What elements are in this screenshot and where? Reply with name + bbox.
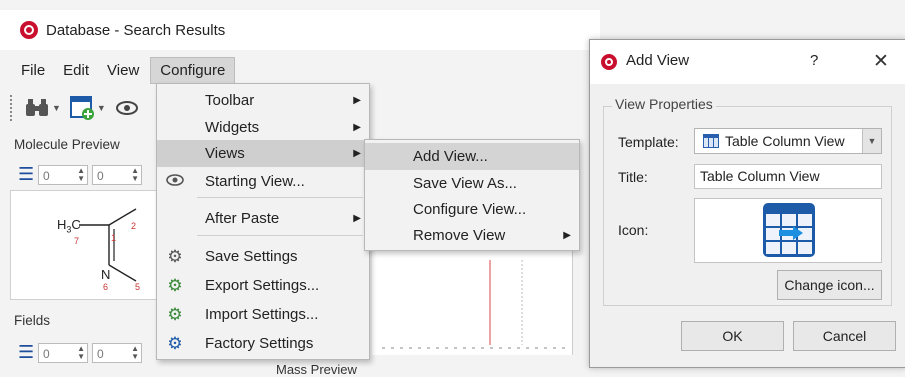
chevron-right-icon: ▶: [353, 95, 361, 106]
menu-configure[interactable]: Configure: [150, 56, 236, 84]
atom-number: 2: [131, 221, 137, 231]
menu-item-configure-view[interactable]: Configure View...: [365, 196, 579, 223]
molecule-preview-title: Molecule Preview: [14, 137, 120, 152]
new-view-icon[interactable]: [69, 95, 95, 121]
app-logo-icon: [20, 21, 38, 39]
title-label: Title:: [618, 169, 648, 185]
eye-icon[interactable]: [114, 95, 140, 121]
eye-icon: [165, 172, 185, 192]
atom-number: 1: [111, 233, 117, 243]
table-icon: [703, 134, 719, 148]
spin-box[interactable]: 0 ▲ ▼: [38, 164, 88, 185]
atom-number: 7: [74, 236, 80, 246]
gear-export-icon: ⚙: [167, 276, 183, 295]
binoculars-icon[interactable]: [24, 95, 50, 121]
table-column-view-icon: [763, 203, 815, 257]
fields-controls: ☰ 0 ▲ ▼ 0 ▲ ▼: [18, 342, 142, 363]
views-submenu: Add View... Save View As... Configure Vi…: [364, 139, 580, 251]
menu-item-toolbar[interactable]: Toolbar ▶: [157, 87, 369, 114]
menubar: File Edit View Configure: [0, 56, 600, 84]
menu-edit[interactable]: Edit: [54, 58, 98, 83]
chevron-down-icon[interactable]: ▼: [52, 103, 61, 113]
dialog-title: Add View: [626, 52, 690, 69]
mass-preview-title: Mass Preview: [276, 362, 357, 377]
chevron-right-icon: ▶: [353, 213, 361, 224]
menu-item-import-settings[interactable]: ⚙ Import Settings...: [157, 301, 369, 328]
menu-separator: [197, 197, 363, 198]
menu-item-views[interactable]: Views ▶: [157, 140, 369, 167]
toolbar-grip[interactable]: [10, 95, 16, 121]
help-button[interactable]: ?: [810, 52, 818, 69]
menu-item-starting-view[interactable]: Starting View...: [157, 168, 369, 195]
menu-item-remove-view[interactable]: Remove View ▶: [365, 222, 579, 249]
menu-view[interactable]: View: [98, 58, 148, 83]
window-titlebar: Database - Search Results: [0, 10, 600, 50]
menu-item-add-view[interactable]: Add View...: [365, 143, 579, 170]
hamburger-icon[interactable]: ☰: [18, 342, 34, 363]
template-label: Template:: [618, 134, 679, 150]
spectrum-area: [372, 250, 573, 355]
menu-item-export-settings[interactable]: ⚙ Export Settings...: [157, 272, 369, 299]
close-icon[interactable]: ✕: [873, 50, 889, 73]
chevron-right-icon: ▶: [563, 230, 571, 241]
menu-item-factory-settings[interactable]: ⚙ Factory Settings: [157, 330, 369, 357]
ok-button[interactable]: OK: [681, 321, 784, 351]
menu-separator: [197, 235, 363, 236]
add-view-dialog: Add View ? ✕ View Properties Template: T…: [589, 39, 905, 368]
gear-import-icon: ⚙: [167, 305, 183, 324]
app-logo-icon: [601, 54, 617, 70]
gear-save-icon: ⚙: [167, 247, 183, 266]
methyl-label: H3C: [57, 217, 81, 235]
hamburger-icon[interactable]: ☰: [18, 164, 34, 185]
fields-title: Fields: [14, 313, 51, 328]
menu-item-widgets[interactable]: Widgets ▶: [157, 114, 369, 141]
icon-preview-box: [694, 198, 882, 263]
template-select[interactable]: Table Column View ▼: [694, 128, 882, 154]
dialog-titlebar: Add View ? ✕: [590, 40, 905, 84]
icon-label: Icon:: [618, 222, 649, 238]
menu-item-save-settings[interactable]: ⚙ Save Settings: [157, 243, 369, 270]
menu-file[interactable]: File: [12, 58, 54, 83]
molecule-preview-controls: ☰ 0 ▲ ▼ 0 ▲ ▼: [18, 164, 142, 185]
window-title: Database - Search Results: [46, 21, 226, 39]
cancel-button[interactable]: Cancel: [793, 321, 896, 351]
chevron-right-icon: ▶: [353, 122, 361, 133]
spin-box[interactable]: 0 ▲ ▼: [92, 164, 142, 185]
spin-box[interactable]: 0 ▲ ▼: [38, 342, 88, 363]
atom-number: 5: [135, 282, 141, 292]
chevron-down-icon[interactable]: ▼: [97, 103, 106, 113]
nitrogen-label: N: [101, 267, 111, 282]
chevron-down-icon[interactable]: ▼: [862, 129, 881, 153]
configure-menu: Toolbar ▶ Widgets ▶ Views ▶ Starting View..…: [156, 83, 370, 360]
chevron-right-icon: ▶: [353, 148, 361, 159]
gear-reset-icon: ⚙: [167, 334, 183, 353]
menu-item-save-view-as[interactable]: Save View As...: [365, 170, 579, 197]
group-label: View Properties: [612, 96, 716, 112]
title-input[interactable]: Table Column View: [694, 164, 882, 189]
molecule-preview-canvas: H3C 7 1 2 N 6 5: [10, 190, 160, 300]
atom-number: 6: [103, 282, 109, 292]
change-icon-button[interactable]: Change icon...: [777, 270, 882, 300]
menu-item-after-paste[interactable]: After Paste ▶: [157, 205, 369, 232]
spin-box[interactable]: 0 ▲ ▼: [92, 342, 142, 363]
